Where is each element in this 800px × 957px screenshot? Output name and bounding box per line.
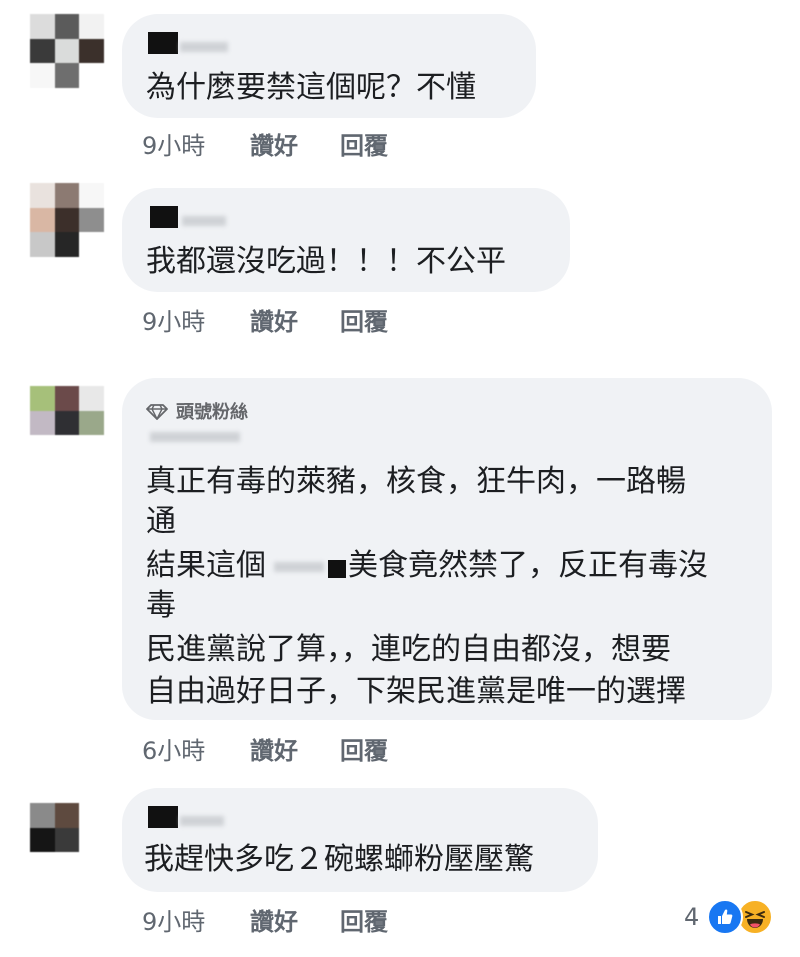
commenter-name-blur: [180, 816, 224, 826]
comment-time[interactable]: 6小時: [142, 731, 250, 766]
comment-text: 我都還沒吃過！！！不公平: [146, 244, 506, 279]
like-button[interactable]: 讚好: [250, 302, 340, 337]
comment-bubble: 頭號粉絲 真正有毒的萊豬，核食，狂牛肉，一路暢 通 結果這個 美食竟然禁了，反正…: [122, 378, 772, 720]
avatar[interactable]: [30, 14, 104, 88]
reply-button[interactable]: 回覆: [340, 126, 388, 161]
comment-text-line-2: 通: [146, 504, 176, 539]
commenter-name-redacted[interactable]: [148, 32, 178, 54]
like-button[interactable]: 讚好: [250, 126, 340, 161]
comment-text-line-6: 自由過好日子，下架民進黨是唯一的選擇: [146, 674, 686, 709]
avatar[interactable]: [30, 386, 104, 460]
comment-bubble: 我趕快多吃２碗螺螄粉壓壓驚: [122, 788, 598, 892]
like-button[interactable]: 讚好: [250, 731, 340, 766]
comment-time[interactable]: 9小時: [142, 302, 250, 337]
badge-label: 頭號粉絲: [176, 402, 248, 423]
redaction-blur: [274, 562, 324, 572]
comment-text: 為什麼要禁這個呢？不懂: [146, 70, 476, 105]
reply-button[interactable]: 回覆: [340, 731, 388, 766]
comment-text-line-3a: 結果這個: [146, 548, 266, 583]
comment-bubble: 我都還沒吃過！！！不公平: [122, 188, 570, 292]
comment-text: 我趕快多吃２碗螺螄粉壓壓驚: [144, 842, 534, 877]
comment-time[interactable]: 9小時: [142, 126, 250, 161]
avatar[interactable]: [30, 183, 104, 257]
avatar[interactable]: [30, 803, 104, 877]
commenter-name-blur: [150, 432, 240, 442]
reaction-summary[interactable]: 4: [684, 897, 774, 937]
commenter-name-blur: [182, 216, 226, 226]
comment-actions: 6小時 讚好 回覆: [142, 731, 388, 766]
comment-time[interactable]: 9小時: [142, 902, 250, 937]
top-fan-badge[interactable]: 頭號粉絲: [146, 398, 248, 424]
reply-button[interactable]: 回覆: [340, 902, 388, 937]
comment-actions: 9小時 讚好 回覆: [142, 126, 388, 161]
comment-text-line-5: 民進黨說了算，，連吃的自由都沒，想要: [146, 632, 671, 667]
commenter-name-blur: [180, 42, 228, 52]
comment-actions: 9小時 讚好 回覆: [142, 902, 388, 937]
comment-actions: 9小時 讚好 回覆: [142, 302, 388, 337]
reply-button[interactable]: 回覆: [340, 302, 388, 337]
commenter-name-redacted[interactable]: [148, 806, 178, 828]
reaction-count: 4: [684, 903, 700, 931]
thumbs-up-icon: [707, 899, 744, 935]
comment-text-line-3b: 美食竟然禁了，反正有毒沒: [348, 548, 708, 583]
comment-text-line-4: 毒: [146, 588, 176, 623]
redaction-mark: [328, 560, 346, 578]
comment-bubble: 為什麼要禁這個呢？不懂: [122, 14, 536, 118]
like-button[interactable]: 讚好: [250, 902, 340, 937]
commenter-name-redacted[interactable]: [150, 206, 178, 228]
comment-text-line-1: 真正有毒的萊豬，核食，狂牛肉，一路暢: [146, 464, 686, 499]
diamond-icon: [146, 404, 168, 420]
